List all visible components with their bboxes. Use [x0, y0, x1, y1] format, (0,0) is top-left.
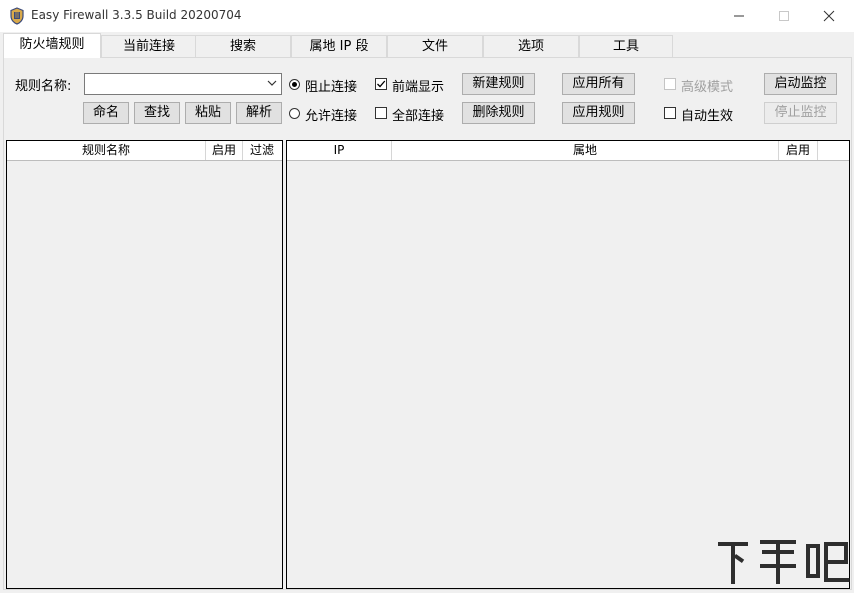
- advanced-mode-label: 高级模式: [681, 80, 734, 95]
- column-ip-enabled[interactable]: 启用: [779, 141, 818, 160]
- shield-app-icon: [10, 7, 24, 25]
- window-title: Easy Firewall 3.3.5 Build 20200704: [31, 8, 242, 22]
- allow-connection-radio[interactable]: [289, 108, 300, 119]
- rules-list[interactable]: 规则名称 启用 过滤: [6, 140, 283, 589]
- minimize-button[interactable]: [716, 0, 762, 32]
- delete-rule-button[interactable]: 删除规则: [462, 102, 535, 124]
- column-region[interactable]: 属地: [392, 141, 779, 160]
- block-connection-label[interactable]: 阻止连接: [305, 76, 357, 95]
- paste-button[interactable]: 粘贴: [185, 102, 231, 124]
- allow-connection-label[interactable]: 允许连接: [305, 105, 357, 124]
- column-enabled[interactable]: 启用: [206, 141, 243, 160]
- apply-all-button[interactable]: 应用所有: [562, 73, 635, 95]
- rename-button[interactable]: 命名: [83, 102, 129, 124]
- rules-list-header: 规则名称 启用 过滤: [7, 141, 282, 161]
- all-connections-checkbox[interactable]: [375, 107, 387, 119]
- stop-monitor-button[interactable]: 停止监控: [764, 102, 837, 124]
- auto-apply-label[interactable]: 自动生效: [681, 105, 733, 124]
- tab-current-connections[interactable]: 当前连接: [101, 35, 197, 57]
- parse-button[interactable]: 解析: [236, 102, 282, 124]
- rule-name-label: 规则名称:: [15, 79, 72, 94]
- start-monitor-button[interactable]: 启动监控: [764, 73, 837, 95]
- maximize-button[interactable]: [761, 0, 807, 32]
- column-ip[interactable]: IP: [287, 141, 392, 160]
- column-rule-name[interactable]: 规则名称: [7, 141, 206, 160]
- tab-search[interactable]: 搜索: [195, 35, 291, 57]
- tab-firewall-rules[interactable]: 防火墙规则: [3, 33, 101, 58]
- all-connections-label[interactable]: 全部连接: [392, 105, 444, 124]
- foreground-display-checkbox[interactable]: [375, 78, 387, 90]
- new-rule-button[interactable]: 新建规则: [462, 73, 535, 95]
- tab-region-ip[interactable]: 属地 IP 段: [291, 35, 387, 57]
- firewall-rules-panel: 规则名称: 命名 查找 粘贴 解析 阻止连接 允许连接 前端显示 全部连接 新建…: [3, 57, 852, 590]
- block-connection-radio[interactable]: [289, 79, 300, 90]
- chevron-down-icon: [267, 80, 277, 86]
- maximize-icon: [779, 11, 789, 21]
- tab-options[interactable]: 选项: [483, 35, 579, 57]
- ip-list-header: IP 属地 启用: [287, 141, 849, 161]
- checkmark-icon: [377, 80, 386, 88]
- close-icon: [823, 10, 835, 22]
- foreground-display-label[interactable]: 前端显示: [392, 76, 444, 95]
- apply-rule-button[interactable]: 应用规则: [562, 102, 635, 124]
- close-button[interactable]: [806, 0, 852, 32]
- column-filter[interactable]: 过滤: [243, 141, 281, 160]
- minimize-icon: [734, 15, 744, 17]
- site-watermark-logo: [718, 540, 850, 584]
- rule-name-combobox[interactable]: [84, 73, 282, 95]
- tab-file[interactable]: 文件: [387, 35, 483, 57]
- advanced-mode-checkbox[interactable]: [664, 78, 676, 90]
- tab-tools[interactable]: 工具: [579, 35, 673, 57]
- ip-list[interactable]: IP 属地 启用: [286, 140, 850, 589]
- auto-apply-checkbox[interactable]: [664, 107, 676, 119]
- title-bar: Easy Firewall 3.3.5 Build 20200704: [0, 0, 854, 32]
- find-button[interactable]: 查找: [134, 102, 180, 124]
